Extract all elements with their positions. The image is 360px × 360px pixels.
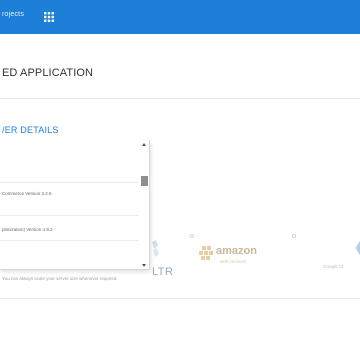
scroll-up-icon[interactable] <box>142 143 146 146</box>
option-divider <box>0 240 139 241</box>
google-cloud-logo[interactable]: Google Cl <box>320 236 360 270</box>
aws-logo[interactable]: amazon web services <box>196 242 266 272</box>
option-divider <box>0 215 139 216</box>
aws-cubes-icon <box>199 246 213 260</box>
section-title: /ER DETAILS <box>2 125 59 135</box>
dropdown-scrollbar[interactable] <box>139 140 150 270</box>
radio-dot[interactable] <box>292 234 296 238</box>
top-navbar: rojects <box>0 0 360 34</box>
scroll-down-icon[interactable] <box>142 264 146 267</box>
grid-apps-icon[interactable] <box>44 12 54 22</box>
provider-partial-icon[interactable] <box>150 240 166 262</box>
google-cloud-icon <box>355 240 360 256</box>
radio-dot[interactable] <box>190 234 194 238</box>
aws-subtitle: web services <box>220 259 247 264</box>
dropdown-option[interactable]: Commerce Version 3.2.6 <box>2 191 52 196</box>
title-divider <box>0 98 360 99</box>
scroll-thumb[interactable] <box>141 176 148 186</box>
provider-label-ltr: LTR <box>152 266 174 278</box>
aws-wordmark: amazon <box>216 245 257 257</box>
option-divider <box>0 182 139 183</box>
provider-logos: LTR amazon web services Google Cl <box>150 232 360 282</box>
projects-nav-link[interactable]: rojects <box>2 11 24 18</box>
page-title: ED APPLICATION <box>2 67 94 79</box>
footer-divider <box>0 298 360 299</box>
app-page: rojects ED APPLICATION /ER DETAILS LTR a… <box>0 0 360 360</box>
dropdown-option[interactable]: ptimization) Version 4.9.2 <box>2 227 53 232</box>
google-cloud-label: Google Cl <box>323 264 344 269</box>
dropdown-panel[interactable]: Commerce Version 3.2.6 ptimization) Vers… <box>0 140 150 270</box>
footnote: You can always scale your server size wh… <box>2 276 118 281</box>
